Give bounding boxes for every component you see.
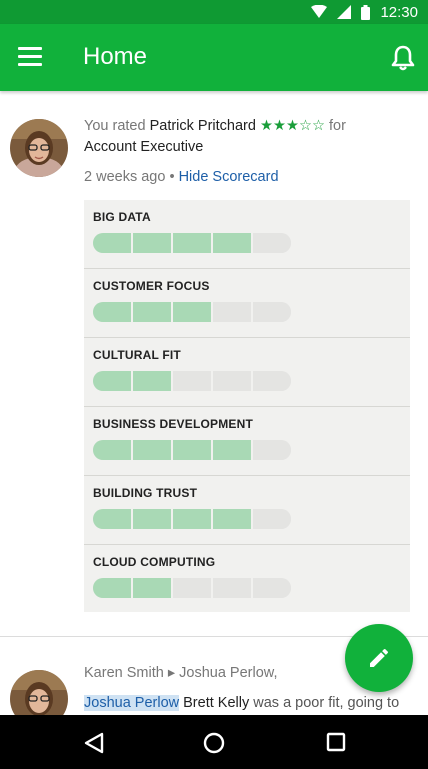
hide-link[interactable]: Hide: [179, 169, 209, 185]
skill-segment-empty: [173, 371, 213, 391]
wifi-icon: [311, 5, 328, 18]
skill-segment-empty: [213, 578, 253, 598]
triangle-back-icon[interactable]: [83, 732, 105, 754]
scorecard: BIG DATA CUSTOMER FOCUS CULTURAL FIT BUSINE…: [84, 200, 410, 612]
headline-prefix: You rated: [84, 118, 150, 134]
skill-segment-empty: [253, 440, 291, 460]
skill-segment-empty: [253, 302, 291, 322]
skill-segment-filled: [173, 509, 213, 529]
skill-segment-empty: [253, 509, 291, 529]
candidate-name[interactable]: Patrick Pritchard: [150, 118, 256, 134]
feed: You rated Patrick Pritchard ★★★☆☆ for Ac…: [0, 91, 428, 715]
note-text: Joshua Perlow Brett Kelly was a poor fit…: [84, 695, 399, 711]
skill-segment-empty: [253, 578, 291, 598]
rating-headline: You rated Patrick Pritchard ★★★☆☆ for Ac…: [84, 116, 414, 158]
skill-row: BUSINESS DEVELOPMENT: [84, 407, 410, 476]
skill-level-bar: [93, 578, 291, 598]
skill-segment-filled: [213, 233, 253, 253]
meta-separator: •: [165, 169, 179, 185]
skill-segment-filled: [93, 509, 133, 529]
skill-segment-filled: [133, 440, 173, 460]
skill-segment-empty: [173, 578, 213, 598]
page-title: Home: [83, 43, 148, 70]
skill-level-bar: [93, 233, 291, 253]
system-nav-bar: [0, 715, 428, 769]
arrow-icon: ▸: [163, 665, 180, 681]
skill-row: CULTURAL FIT: [84, 338, 410, 407]
circle-home-icon[interactable]: [203, 732, 225, 754]
skill-segment-filled: [133, 302, 173, 322]
stars-filled: ★★★: [259, 118, 299, 134]
skill-row: BUILDING TRUST: [84, 476, 410, 545]
skill-level-bar: [93, 302, 291, 322]
headline-for: for: [324, 118, 346, 134]
pencil-icon: [370, 648, 389, 667]
skill-segment-empty: [213, 302, 253, 322]
skill-level-bar: [93, 371, 291, 391]
skill-row: CUSTOMER FOCUS: [84, 269, 410, 338]
timestamp: 2 weeks ago: [84, 169, 166, 185]
cell-signal-icon: [337, 5, 352, 19]
avatar[interactable]: [10, 670, 68, 715]
note-recipient[interactable]: Joshua Perlow,: [179, 665, 277, 681]
note-body: was a poor fit, going to: [249, 695, 400, 711]
note-subject[interactable]: Brett Kelly: [183, 695, 249, 711]
skill-segment-filled: [93, 302, 133, 322]
skill-name: CUSTOMER FOCUS: [93, 279, 210, 293]
skill-segment-filled: [213, 509, 253, 529]
bell-icon[interactable]: [390, 44, 416, 72]
post-meta: 2 weeks ago • Hide Scorecard: [84, 169, 279, 185]
system-icons: 12:30: [311, 3, 418, 21]
skill-segment-filled: [93, 371, 133, 391]
skill-name: BUSINESS DEVELOPMENT: [93, 417, 254, 431]
job-role[interactable]: Account Executive: [84, 139, 203, 155]
skill-segment-filled: [93, 233, 133, 253]
hamburger-icon[interactable]: [18, 47, 42, 67]
skill-segment-filled: [213, 440, 253, 460]
skill-name: CLOUD COMPUTING: [93, 555, 216, 569]
skill-segment-filled: [173, 440, 213, 460]
avatar[interactable]: [10, 119, 68, 177]
star-rating: ★★★☆☆: [260, 118, 325, 134]
skill-segment-filled: [93, 578, 133, 598]
skill-segment-filled: [173, 233, 213, 253]
skill-segment-empty: [213, 371, 253, 391]
skill-row: BIG DATA: [84, 200, 410, 269]
compose-button[interactable]: [345, 624, 413, 692]
skill-level-bar: [93, 440, 291, 460]
skill-row: CLOUD COMPUTING: [84, 545, 410, 614]
skill-segment-filled: [93, 440, 133, 460]
clock: 12:30: [380, 3, 418, 21]
battery-icon: [361, 4, 371, 20]
square-recents-icon[interactable]: [326, 732, 346, 752]
scorecard-link[interactable]: Scorecard: [212, 169, 278, 185]
stars-empty: ☆☆: [298, 118, 325, 134]
skill-name: CULTURAL FIT: [93, 348, 181, 362]
note-author[interactable]: Karen Smith: [84, 665, 164, 681]
feed-item-rating: You rated Patrick Pritchard ★★★☆☆ for Ac…: [0, 91, 428, 637]
skill-segment-filled: [133, 509, 173, 529]
status-bar: 12:30: [0, 0, 428, 24]
skill-name: BIG DATA: [93, 210, 151, 224]
mention[interactable]: Joshua Perlow: [84, 695, 180, 711]
skill-segment-empty: [253, 371, 291, 391]
skill-segment-filled: [173, 302, 213, 322]
skill-segment-empty: [253, 233, 291, 253]
skill-segment-filled: [133, 371, 173, 391]
app-bar: Home: [0, 24, 428, 91]
skill-segment-filled: [133, 578, 173, 598]
skill-segment-filled: [133, 233, 173, 253]
skill-name: BUILDING TRUST: [93, 486, 198, 500]
skill-level-bar: [93, 509, 291, 529]
note-participants: Karen Smith ▸ Joshua Perlow,: [84, 665, 277, 681]
